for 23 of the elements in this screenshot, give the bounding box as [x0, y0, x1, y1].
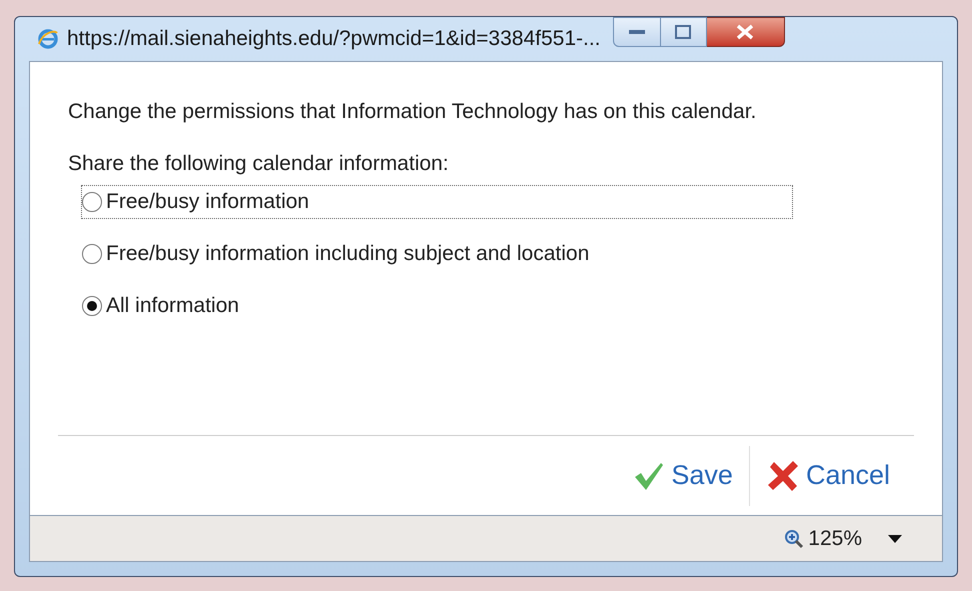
magnifier-icon	[784, 528, 804, 548]
maximize-icon	[675, 25, 692, 39]
window-title: https://mail.sienaheights.edu/?pwmcid=1&id=3384f551-...	[67, 26, 601, 52]
radio-option[interactable]: All information	[82, 290, 240, 322]
close-button[interactable]	[706, 17, 785, 47]
browser-logo-icon	[37, 28, 59, 50]
close-icon	[766, 458, 800, 492]
maximize-button[interactable]	[660, 17, 707, 47]
radio-button[interactable]	[82, 244, 102, 264]
save-button[interactable]: Save	[627, 455, 739, 496]
zoom-button[interactable]: 125%	[784, 522, 862, 554]
cancel-button[interactable]: Cancel	[760, 455, 896, 496]
dropdown-caret-icon[interactable]	[888, 534, 902, 542]
close-icon	[736, 24, 754, 40]
radio-button[interactable]	[82, 296, 102, 316]
minimize-button[interactable]	[612, 17, 661, 47]
share-label: Share the following calendar information:	[68, 151, 450, 177]
radio-option[interactable]: Free/busy information	[82, 186, 792, 218]
permission-message: Change the permissions that Information Technology has on this calendar.	[68, 99, 758, 125]
radio-button[interactable]	[82, 192, 102, 212]
radio-option[interactable]: Free/busy information including subject and location	[82, 238, 590, 270]
checkmark-icon	[633, 460, 666, 490]
minimize-icon	[628, 30, 645, 34]
